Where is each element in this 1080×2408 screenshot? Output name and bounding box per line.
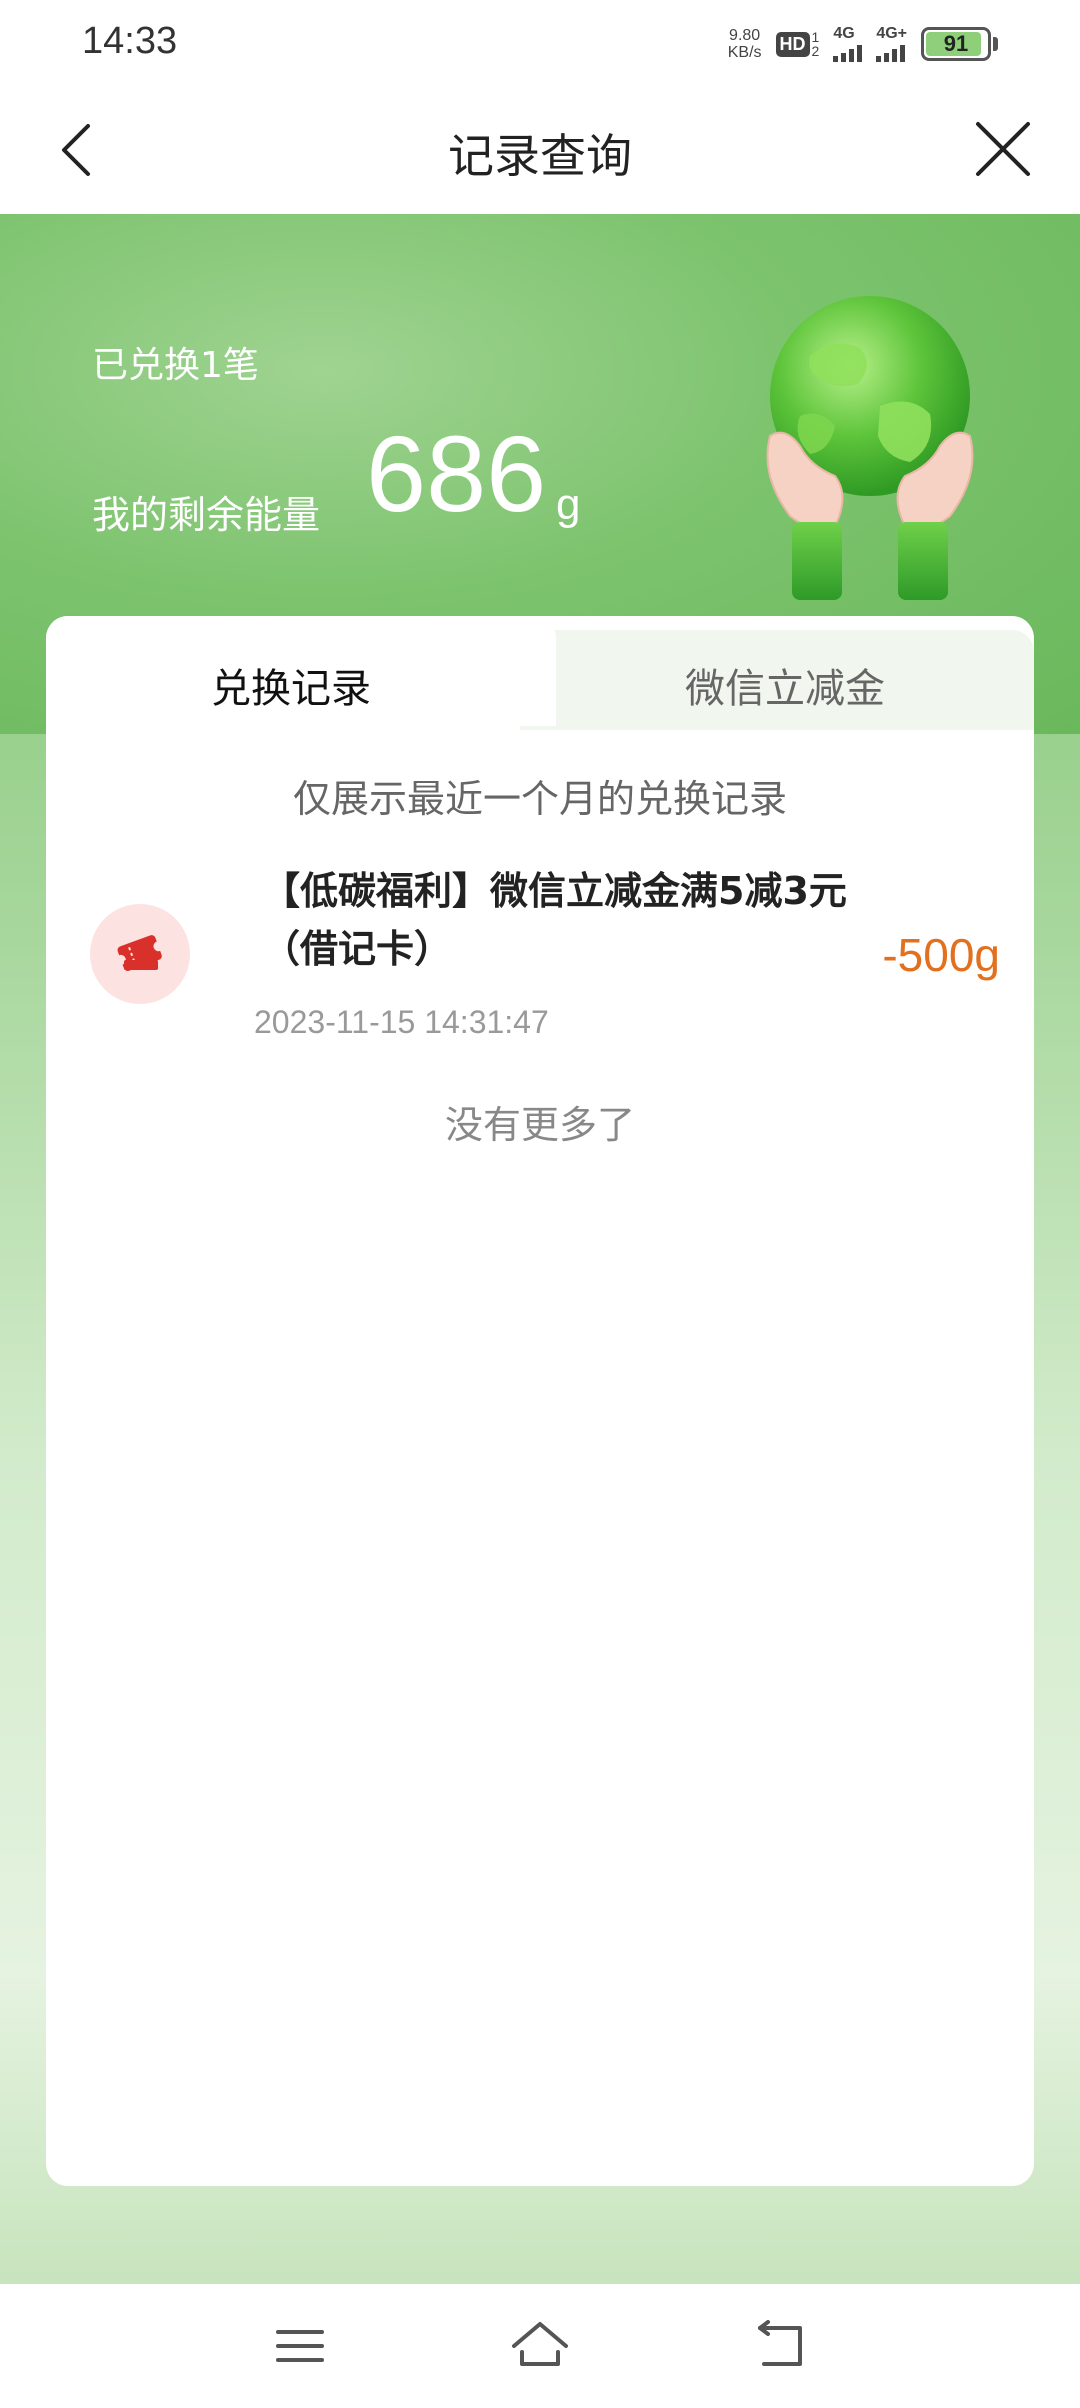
status-time: 14:33	[82, 20, 178, 62]
records-card	[46, 616, 1034, 2186]
back-icon[interactable]	[748, 2314, 812, 2378]
status-bar: 14:33 9.80 KB/s HD 1 2 4G 4G+ 91	[0, 0, 1080, 90]
hd-label: HD	[775, 31, 810, 57]
net-speed-unit: KB/s	[727, 44, 762, 61]
record-amount: -500g	[882, 929, 1000, 981]
record-title: 【低碳福利】微信立减金满5减3元 （借记卡）	[262, 862, 902, 978]
signal-label: 4G	[833, 25, 855, 42]
battery-tip	[993, 37, 998, 51]
hd-sub: 1 2	[812, 30, 820, 58]
system-nav-bar	[0, 2284, 1080, 2408]
coupon-icon	[90, 904, 190, 1004]
signal-icon-2: 4G+	[876, 26, 907, 62]
signal-bars	[833, 44, 863, 62]
tab-wechat-discount[interactable]: 微信立减金	[560, 656, 1010, 714]
tab-exchange-records[interactable]: 兑换记录	[46, 656, 536, 714]
no-more-text: 没有更多了	[444, 1103, 635, 1147]
status-icons: 9.80 KB/s HD 1 2 4G 4G+ 91	[728, 22, 998, 66]
energy-value: 686	[366, 413, 547, 534]
energy-unit: g	[556, 480, 581, 529]
record-title-line2: （借记卡）	[262, 927, 453, 971]
battery-body: 91	[921, 27, 991, 61]
battery-icon: 91	[921, 27, 998, 61]
hd-sub-top: 1	[811, 29, 820, 45]
page-title: 记录查询	[448, 129, 632, 183]
notice-text: 仅展示最近一个月的兑换记录	[292, 777, 787, 821]
signal-label-2: 4G+	[876, 25, 907, 42]
home-icon[interactable]	[508, 2314, 572, 2378]
energy-label: 我的剩余能量	[92, 493, 321, 537]
hd-sub-bottom: 2	[811, 43, 820, 59]
record-time: 2023-11-15 14:31:47	[254, 1004, 549, 1040]
net-speed-value: 9.80	[729, 27, 761, 44]
record-title-line1: 【低碳福利】微信立减金满5减3元	[262, 869, 847, 913]
hd-icon: HD 1 2	[775, 30, 820, 58]
close-icon[interactable]	[968, 114, 1038, 184]
globe-hands-illustration	[740, 286, 1000, 616]
nav-bar: 记录查询	[0, 90, 1080, 214]
signal-icon: 4G	[833, 25, 863, 62]
net-speed: 9.80 KB/s	[728, 27, 762, 61]
battery-level: 91	[943, 31, 969, 56]
menu-icon[interactable]	[268, 2314, 332, 2378]
exchanged-count: 已兑换1笔	[92, 345, 259, 386]
signal-bars-2	[876, 44, 906, 62]
